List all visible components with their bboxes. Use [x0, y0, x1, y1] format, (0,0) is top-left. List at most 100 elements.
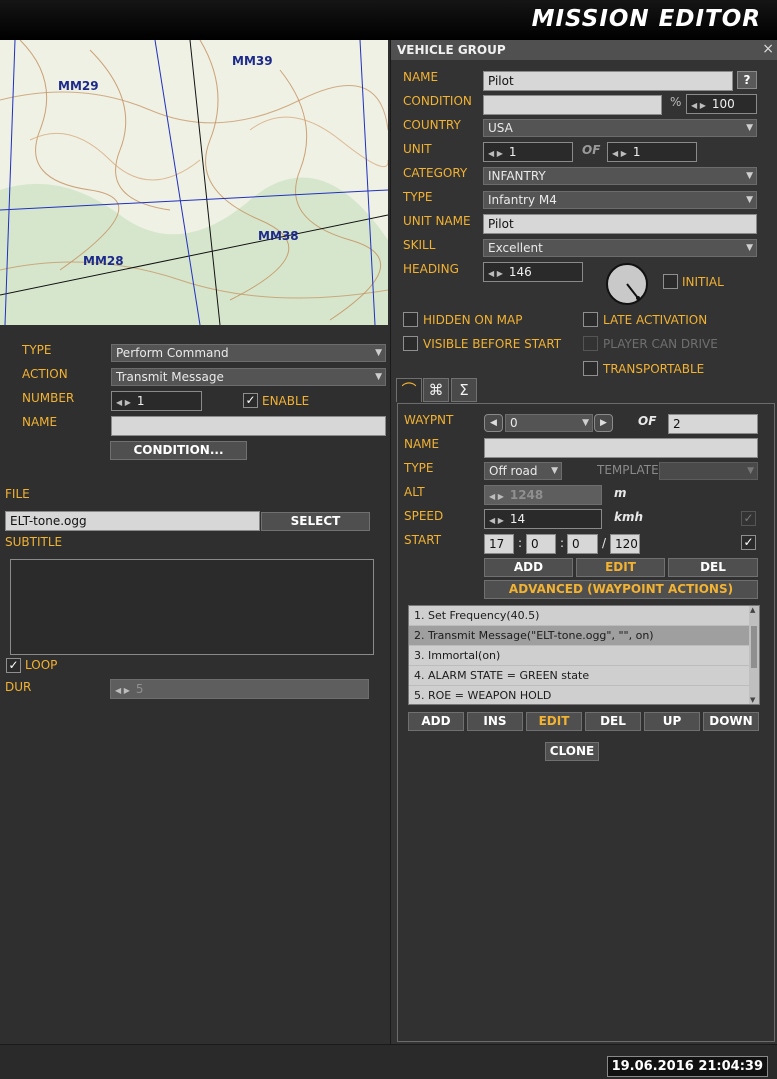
vg-category-value: INFANTRY	[488, 169, 546, 183]
start-time-checkbox[interactable]: ✓	[741, 535, 756, 550]
start-label: START	[404, 533, 442, 547]
vg-probability-spinner[interactable]: ◀ ▶ 100	[686, 94, 757, 114]
spinner-arrows-icon[interactable]: ◀ ▶	[691, 101, 706, 110]
subtitle-label: SUBTITLE	[5, 535, 63, 549]
start-day-input[interactable]: 120	[610, 534, 640, 554]
status-bar: 19.06.2016 21:04:39	[0, 1044, 777, 1079]
spinner-arrows-icon[interactable]: ◀ ▶	[612, 149, 627, 158]
wp-del-button[interactable]: DEL	[668, 558, 758, 577]
heading-dial-icon[interactable]	[605, 262, 649, 306]
list-item[interactable]: 1. Set Frequency(40.5)	[409, 606, 759, 626]
action-add-button[interactable]: ADD	[408, 712, 464, 731]
spinner-arrows-icon[interactable]: ◀ ▶	[116, 398, 131, 407]
vg-unit-of-spinner[interactable]: ◀ ▶ 1	[607, 142, 697, 162]
action-up-button[interactable]: UP	[644, 712, 700, 731]
start-minute-input[interactable]: 0	[526, 534, 556, 554]
condition-button[interactable]: CONDITION...	[110, 441, 247, 460]
loop-checkbox[interactable]: ✓	[6, 658, 21, 673]
actions-scrollbar[interactable]: ▲ ▼	[749, 606, 759, 704]
start-second-input[interactable]: 0	[567, 534, 598, 554]
vehicle-group-title: VEHICLE GROUP	[391, 40, 777, 60]
dur-value: 5	[135, 682, 144, 696]
speed-lock-checkbox: ✓	[741, 511, 756, 526]
wp-type-select[interactable]: Off road ▼	[484, 462, 562, 480]
vg-unit-name-input[interactable]: Pilot	[483, 214, 757, 234]
action-del-button[interactable]: DEL	[585, 712, 641, 731]
enable-label: ENABLE	[262, 394, 310, 408]
hidden-on-map-checkbox[interactable]	[403, 312, 418, 327]
list-item[interactable]: 4. ALARM STATE = GREEN state	[409, 666, 759, 686]
map-view[interactable]: MM39 MM29 MM38 MM28	[0, 40, 388, 325]
vg-probability-value: 100	[711, 97, 735, 111]
trigger-type-select[interactable]: Perform Command ▼	[111, 344, 386, 362]
trigger-number-spinner[interactable]: ◀ ▶ 1	[111, 391, 202, 411]
list-item[interactable]: 5. ROE = WEAPON HOLD	[409, 686, 759, 704]
percent-sign: %	[670, 95, 682, 109]
list-item[interactable]: 2. Transmit Message("ELT-tone.ogg", "", …	[409, 626, 759, 646]
prev-waypoint-button[interactable]: ◀	[484, 414, 503, 432]
action-edit-button[interactable]: EDIT	[526, 712, 582, 731]
vg-type-label: TYPE	[403, 190, 433, 204]
scroll-up-icon[interactable]: ▲	[750, 606, 755, 614]
vg-name-input[interactable]: Pilot	[483, 71, 733, 91]
transportable-checkbox[interactable]	[583, 361, 598, 376]
trigger-action-select[interactable]: Transmit Message ▼	[111, 368, 386, 386]
action-clone-button[interactable]: CLONE	[545, 742, 599, 761]
chevron-down-icon: ▼	[746, 123, 753, 133]
spinner-arrows-icon[interactable]: ◀ ▶	[489, 516, 504, 525]
tab-route[interactable]: ⌒	[396, 378, 422, 402]
app-title: MISSION EDITOR	[531, 6, 761, 32]
tab-summary[interactable]: Σ	[451, 378, 477, 402]
file-input[interactable]: ELT-tone.ogg	[5, 511, 260, 531]
subtitle-textarea[interactable]	[10, 559, 374, 655]
tab-commands[interactable]: ⌘	[423, 378, 449, 402]
initial-checkbox[interactable]	[663, 274, 678, 289]
next-waypoint-button[interactable]: ▶	[594, 414, 613, 432]
late-activation-checkbox[interactable]	[583, 312, 598, 327]
start-hour-input[interactable]: 17	[484, 534, 514, 554]
scroll-thumb[interactable]	[751, 626, 757, 668]
trigger-name-input[interactable]	[111, 416, 386, 436]
file-label: FILE	[5, 487, 30, 501]
chevron-down-icon: ▼	[551, 466, 558, 476]
spinner-arrows-icon[interactable]: ◀ ▶	[488, 149, 503, 158]
select-file-button[interactable]: SELECT	[261, 512, 370, 531]
trigger-type-label: TYPE	[22, 343, 52, 357]
vg-skill-label: SKILL	[403, 238, 436, 252]
template-select: ▼	[659, 462, 758, 480]
vg-country-value: USA	[488, 121, 513, 135]
trigger-number-value: 1	[136, 394, 145, 408]
waypoint-select[interactable]: 0 ▼	[505, 414, 593, 432]
wp-add-button[interactable]: ADD	[484, 558, 573, 577]
hidden-on-map-label: HIDDEN ON MAP	[423, 313, 523, 327]
help-icon[interactable]: ?	[737, 71, 757, 89]
vg-heading-spinner[interactable]: ◀ ▶ 146	[483, 262, 583, 282]
wp-edit-button[interactable]: EDIT	[576, 558, 665, 577]
sigma-icon: Σ	[459, 381, 469, 399]
vg-unit-spinner[interactable]: ◀ ▶ 1	[483, 142, 573, 162]
waypoint-actions-list[interactable]: 1. Set Frequency(40.5) 2. Transmit Messa…	[408, 605, 760, 705]
vg-country-select[interactable]: USA ▼	[483, 119, 757, 137]
wp-name-input[interactable]	[484, 438, 758, 458]
scroll-down-icon[interactable]: ▼	[750, 696, 755, 704]
waypnt-of-label: OF	[638, 414, 657, 428]
vg-category-select[interactable]: INFANTRY ▼	[483, 167, 757, 185]
chevron-down-icon: ▼	[375, 348, 382, 358]
visible-before-start-checkbox[interactable]	[403, 336, 418, 351]
enable-checkbox[interactable]: ✓	[243, 393, 258, 408]
vg-condition-input[interactable]	[483, 95, 662, 115]
speed-value: 14	[509, 512, 526, 526]
spinner-arrows-icon[interactable]: ◀ ▶	[488, 269, 503, 278]
vg-skill-select[interactable]: Excellent ▼	[483, 239, 757, 257]
close-icon[interactable]: ×	[762, 41, 774, 57]
vg-type-select[interactable]: Infantry M4 ▼	[483, 191, 757, 209]
vg-country-label: COUNTRY	[403, 118, 461, 132]
action-down-button[interactable]: DOWN	[703, 712, 759, 731]
vg-unit-name-label: UNIT NAME	[403, 214, 471, 228]
alt-value: 1248	[509, 488, 544, 502]
speed-spinner[interactable]: ◀ ▶ 14	[484, 509, 602, 529]
action-ins-button[interactable]: INS	[467, 712, 523, 731]
advanced-waypoint-actions-button[interactable]: ADVANCED (WAYPOINT ACTIONS)	[484, 580, 758, 599]
player-can-drive-checkbox	[583, 336, 598, 351]
list-item[interactable]: 3. Immortal(on)	[409, 646, 759, 666]
